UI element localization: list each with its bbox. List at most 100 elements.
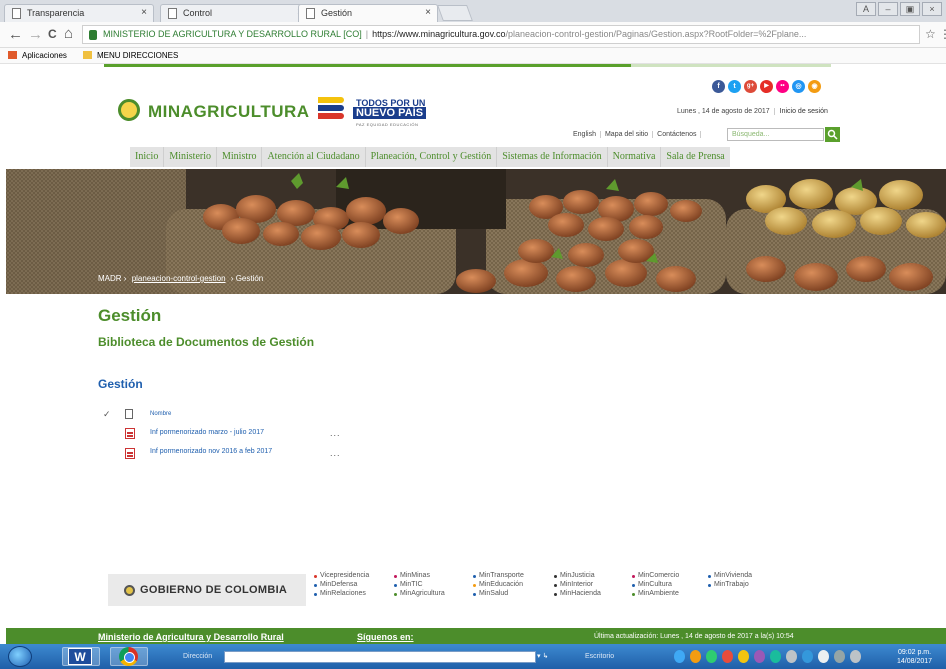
clock-time: 09:02 p.m. [897,649,932,656]
menu-item-normativa[interactable]: Normativa [608,147,662,167]
ministry-link[interactable]: MinInterior [554,581,593,588]
select-all-checkmark-icon[interactable]: ✓ [103,409,111,420]
tray-volume-icon[interactable] [850,650,861,663]
chrome-icon [119,647,138,666]
bookmark-aplicaciones[interactable]: Aplicaciones [8,51,67,60]
rss-icon[interactable]: ◉ [808,80,821,93]
tray-app-icon[interactable] [754,650,765,663]
maximize-button[interactable]: ▣ [900,2,920,16]
site-map-link[interactable]: Mapa del sitio [600,131,654,138]
close-tab-icon[interactable]: × [425,7,431,18]
tray-folder-icon[interactable] [738,650,749,663]
ministry-link[interactable]: MinTrabajo [708,581,749,588]
tray-network-status-icon[interactable] [818,650,829,663]
utility-links: English Mapa del sitio Contáctenos [569,131,702,138]
ministry-link[interactable]: MinAgricultura [394,590,445,597]
ministry-link[interactable]: MinAmbiente [632,590,679,597]
name-column-header[interactable]: Nombre [150,411,171,417]
ministry-link[interactable]: MinComercio [632,572,679,579]
ministry-link[interactable]: MinEducación [473,581,523,588]
menu-item-planeacion[interactable]: Planeación, Control y Gestión [366,147,498,167]
minimize-button[interactable]: – [878,2,898,16]
facebook-icon[interactable]: f [712,80,725,93]
flickr-icon[interactable]: •• [776,80,789,93]
ministry-link[interactable]: MinTransporte [473,572,524,579]
ministry-link[interactable]: Vicepresidencia [314,572,369,579]
menu-item-inicio[interactable]: Inicio [130,147,165,167]
issuu-icon[interactable]: ◎ [792,80,805,93]
ministry-link[interactable]: MinSalud [473,590,508,597]
tray-flag-icon[interactable] [786,650,797,663]
menu-item-atencion[interactable]: Atención al Ciudadano [262,147,366,167]
tray-security-icon[interactable] [706,650,717,663]
address-bar[interactable]: MINISTERIO DE AGRICULTURA Y DESARROLLO R… [82,25,920,44]
new-tab-button[interactable] [437,5,473,21]
start-button-icon[interactable] [8,646,32,667]
site-search-input[interactable]: Búsqueda... [727,128,824,141]
document-menu-button[interactable]: ... [330,448,341,458]
taskbar-address-input[interactable] [224,651,536,663]
twitter-icon[interactable]: t [728,80,741,93]
social-links: f t g+ ▶ •• ◎ ◉ [712,80,821,93]
library-title[interactable]: Gestión [98,377,143,391]
clock-date: 14/08/2017 [897,658,933,665]
ministry-link[interactable]: MinRelaciones [314,590,366,597]
tray-display-icon[interactable] [802,650,813,663]
ministry-link[interactable]: MinVivienda [708,572,752,579]
menu-item-ministerio[interactable]: Ministerio [164,147,217,167]
ministry-link[interactable]: MinJusticia [554,572,595,579]
coat-of-arms-icon [118,99,140,121]
apps-grid-icon [8,51,17,59]
back-icon[interactable]: ← [8,26,23,43]
menu-item-sala-prensa[interactable]: Sala de Prensa [661,147,729,167]
user-button[interactable]: A [856,2,876,16]
bookmark-menu-direcciones[interactable]: MENU DIRECCIONES [83,51,178,60]
contact-link[interactable]: Contáctenos [653,131,702,138]
tab-control[interactable]: Control × [160,4,310,22]
site-logo[interactable]: MINAGRICULTURA [148,102,310,122]
bookmark-star-icon[interactable]: ☆ [925,27,936,41]
bookmark-label: Aplicaciones [22,51,67,60]
folder-icon [83,51,92,59]
close-tab-icon[interactable]: × [141,7,147,18]
search-button[interactable] [825,127,840,142]
document-link[interactable]: Inf pormenorizado nov 2016 a feb 2017 [150,448,272,455]
document-menu-button[interactable]: ... [330,428,341,438]
tray-sync-icon[interactable] [770,650,781,663]
breadcrumb-section[interactable]: planeacion-control-gestion [132,274,226,283]
english-link[interactable]: English [569,131,601,138]
ministry-link[interactable]: MinMinas [394,572,430,579]
youtube-icon[interactable]: ▶ [760,80,773,93]
ministry-link[interactable]: MinHacienda [554,590,601,597]
tray-battery-icon[interactable] [834,650,845,663]
taskbar-go-button[interactable]: ▾ ↳ [537,652,548,660]
gobierno-label: GOBIERNO DE COLOMBIA [140,584,288,596]
page-title: Gestión [98,306,162,325]
tray-network-icon[interactable] [674,650,685,663]
forward-icon[interactable]: → [28,26,43,43]
close-window-button[interactable]: × [922,2,942,16]
breadcrumb-root[interactable]: MADR [98,274,122,283]
home-icon[interactable]: ⌂ [64,25,73,42]
footer-ministry-link[interactable]: Ministerio de Agricultura y Desarrollo R… [98,632,284,642]
ministry-link[interactable]: MinDefensa [314,581,357,588]
desktop-toolbar-label[interactable]: Escritorio [585,653,614,660]
document-link[interactable]: Inf pormenorizado marzo - julio 2017 [150,429,264,436]
login-link[interactable]: Inicio de sesión [773,108,828,115]
url-host: https://www.minagricultura.gov.co [372,29,506,39]
menu-item-sistemas[interactable]: Sistemas de Información [497,147,608,167]
tab-transparencia[interactable]: Transparencia × [4,4,154,22]
system-clock[interactable]: 09:02 p.m. 14/08/2017 [897,648,932,666]
google-plus-icon[interactable]: g+ [744,80,757,93]
tray-update-icon[interactable] [690,650,701,663]
browser-menu-icon[interactable]: ⋮ [939,27,946,41]
tab-gestion[interactable]: Gestión × [298,4,438,22]
campaign-line-2: NUEVO PAÍS [353,107,427,119]
ministry-link[interactable]: MinCultura [632,581,672,588]
reload-icon[interactable]: C [48,27,57,41]
footer-follow-link[interactable]: Síguenos en: [357,632,414,642]
last-updated-text: Última actualización: Lunes , 14 de agos… [594,633,794,640]
menu-item-ministro[interactable]: Ministro [217,147,263,167]
ministry-link[interactable]: MinTIC [394,581,423,588]
tray-alert-icon[interactable] [722,650,733,663]
